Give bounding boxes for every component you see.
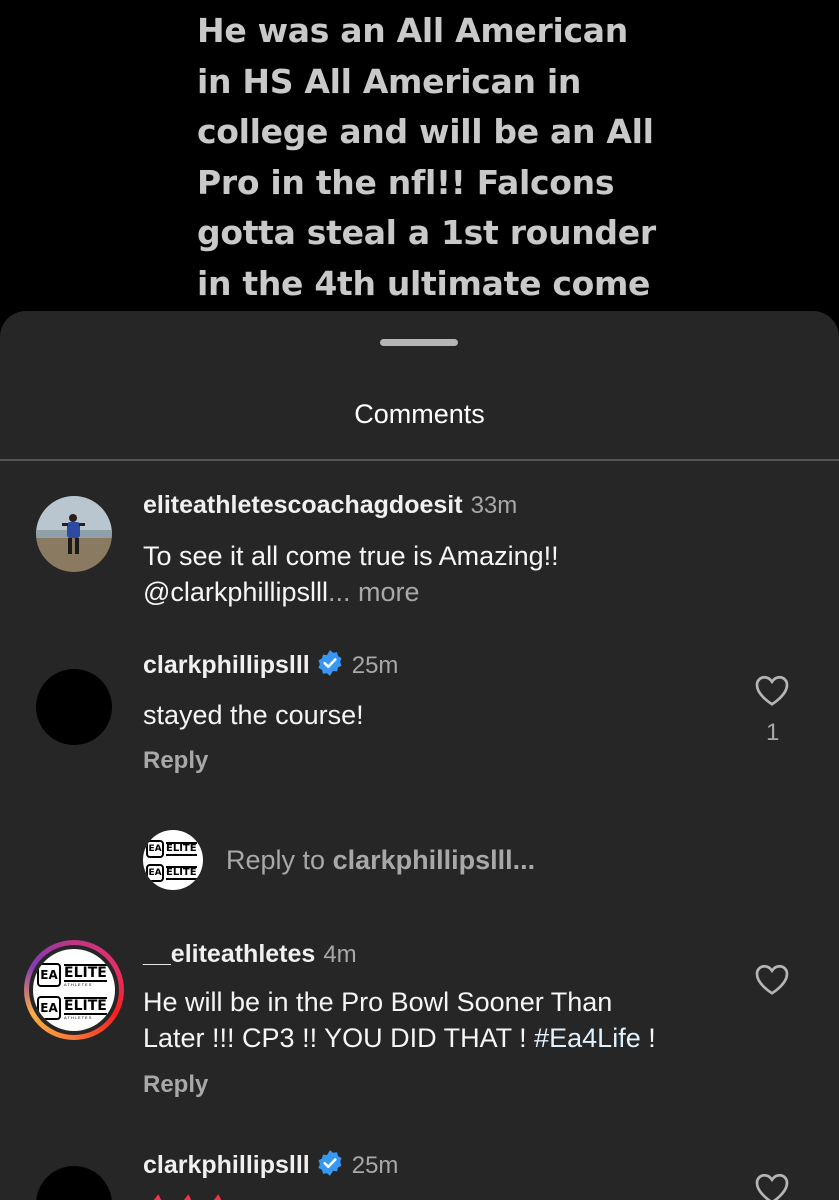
comment-line-2-text: Later !!! CP3 !! YOU DID THAT !: [143, 1023, 535, 1053]
comment-time: 25m: [351, 1152, 399, 1179]
logo-row: EA ELITE ATHLETES: [37, 996, 107, 1020]
story-line: in HS All American in: [197, 61, 582, 101]
comment-username[interactable]: __eliteathletes 4m: [143, 940, 357, 969]
reply-to-prefix: Reply to: [226, 845, 333, 875]
heart-icon[interactable]: [754, 962, 790, 996]
emoji-partial: [146, 1186, 246, 1200]
username-text[interactable]: clarkphillipslll: [143, 651, 310, 679]
logo-sub: ATHLETES: [64, 1014, 93, 1020]
username-text[interactable]: clarkphillipslll: [143, 1151, 310, 1179]
story-line: gotta steal a 1st rounder: [197, 213, 656, 252]
comment-text: He will be in the Pro Bowl Sooner Than L…: [143, 984, 743, 1056]
heart-icon[interactable]: [754, 1171, 790, 1200]
username-text[interactable]: eliteathletescoachagdoesit: [143, 491, 463, 519]
comment-time: 33m: [470, 492, 518, 519]
comment-tail: !: [640, 1023, 656, 1053]
story-line: He was an All American: [197, 11, 628, 50]
reply-button[interactable]: Reply: [143, 747, 208, 775]
verified-icon: [318, 1150, 342, 1176]
avatar[interactable]: [36, 496, 112, 572]
logo-word: ELITE: [64, 996, 107, 1015]
sheet-title: Comments: [354, 399, 485, 429]
logo-row: EA ELITE ATHLETES: [37, 963, 107, 987]
logo-mark: EA: [37, 996, 61, 1020]
logo-mark: EA: [146, 840, 164, 858]
hashtag-link[interactable]: #Ea4Life: [534, 1023, 641, 1053]
story-line: Pro in the nfl!! Falcons: [197, 162, 615, 202]
comment-time: 25m: [351, 652, 399, 679]
reply-to-user: clarkphillipslll...: [332, 845, 536, 875]
comment-username[interactable]: clarkphillipslll 25m: [143, 1149, 398, 1180]
comment-username[interactable]: eliteathletescoachagdoesit 33m: [143, 491, 517, 520]
comment-line-2: Later !!! CP3 !! YOU DID THAT ! #Ea4Life…: [143, 1020, 743, 1056]
reply-button[interactable]: Reply: [143, 1071, 208, 1099]
comments-sheet: Comments eliteathletescoachagdoesit 33m T…: [0, 311, 839, 1200]
avatar[interactable]: [36, 669, 112, 745]
sheet-drag-handle[interactable]: [380, 339, 458, 346]
verified-icon: [318, 650, 342, 676]
comment-line: To see it all come true is Amazing!!: [143, 541, 559, 571]
comment-time: 4m: [323, 941, 357, 968]
like-count: 1: [766, 719, 780, 746]
avatar[interactable]: [36, 1166, 112, 1200]
story-background: He was an All American in HS All America…: [0, 0, 839, 330]
logo-word-group: ELITE ATHLETES: [64, 963, 107, 987]
more-link[interactable]: ... more: [328, 577, 420, 607]
logo-row: EA ELITE: [146, 840, 197, 858]
comment-line-2: @clarkphillipslll... more: [143, 574, 743, 610]
mention-link[interactable]: @clarkphillipslll: [143, 577, 328, 607]
comment-line: He will be in the Pro Bowl Sooner Than: [143, 987, 613, 1017]
story-line: college and will be an All: [197, 112, 654, 151]
beach-photo-avatar: [36, 496, 112, 572]
reply-to-input[interactable]: Reply to clarkphillipslll...: [226, 845, 535, 876]
logo-mark: EA: [146, 864, 164, 882]
comment-text: stayed the course!: [143, 700, 364, 730]
story-caption: He was an All American in HS All America…: [197, 6, 667, 309]
red-emoji-icon: [153, 1194, 222, 1200]
story-line: in the 4th ultimate come: [197, 263, 651, 303]
divider: [0, 459, 839, 461]
username-text[interactable]: __eliteathletes: [143, 940, 315, 968]
comment-username[interactable]: clarkphillipslll 25m: [143, 649, 398, 680]
heart-icon[interactable]: [754, 673, 790, 707]
comment-text: To see it all come true is Amazing!! @cl…: [143, 538, 743, 610]
logo-word-group: ELITE ATHLETES: [64, 996, 107, 1020]
logo-sub: ATHLETES: [64, 981, 93, 987]
logo-word: ELITE: [166, 866, 197, 880]
logo-word: ELITE: [64, 963, 107, 982]
elite-athletes-logo: EA ELITE ATHLETES EA ELITE ATHLETES: [33, 949, 115, 1031]
logo-row: EA ELITE: [146, 864, 197, 882]
logo-word: ELITE: [166, 842, 197, 856]
logo-mark: EA: [37, 963, 61, 987]
my-avatar: EA ELITE EA ELITE: [143, 830, 203, 890]
